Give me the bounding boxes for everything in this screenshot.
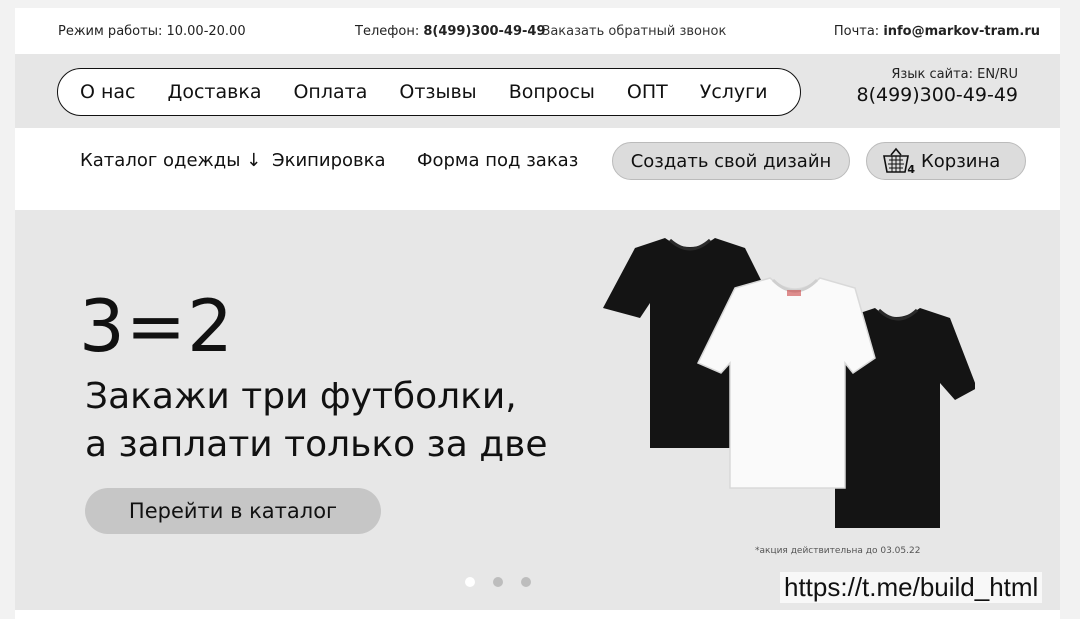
main-navigation-row: О нас Доставка Оплата Отзывы Вопросы ОПТ…: [15, 54, 1060, 128]
nav-item-wholesale[interactable]: ОПТ: [627, 81, 668, 103]
top-info-bar: Режим работы: 10.00-20.00 Телефон: 8(499…: [15, 8, 1060, 54]
top-email[interactable]: Почта: info@markov-tram.ru: [834, 24, 1040, 39]
nav-item-questions[interactable]: Вопросы: [509, 81, 595, 103]
email-label: Почта:: [833, 23, 884, 39]
promo-banner: 3=2 Закажи три футболки, а заплати тольк…: [15, 210, 1060, 610]
main-nav: О нас Доставка Оплата Отзывы Вопросы ОПТ…: [57, 68, 801, 116]
nav-item-reviews[interactable]: Отзывы: [399, 81, 476, 103]
top-phone[interactable]: Телефон: 8(499)300-49-49: [355, 24, 546, 39]
basket-icon: 4: [881, 147, 915, 176]
email-address[interactable]: info@markov-tram.ru: [883, 24, 1040, 39]
go-to-catalog-button[interactable]: Перейти в каталог: [85, 488, 381, 534]
bottom-strip: [15, 610, 1060, 619]
working-hours: Режим работы: 10.00-20.00: [58, 23, 246, 39]
nav-item-payment[interactable]: Оплата: [293, 81, 367, 103]
promo-note: *акция действительна до 03.05.22: [755, 546, 921, 556]
tshirt-image: [603, 238, 975, 528]
phone-label: Телефон:: [355, 23, 424, 39]
catalog-row: Каталог одежды ↓ Экипировка Форма под за…: [15, 128, 1060, 210]
callback-link[interactable]: Заказать обратный звонок: [542, 24, 726, 39]
equipment-link[interactable]: Экипировка: [272, 150, 386, 171]
catalog-dropdown[interactable]: Каталог одежды ↓: [80, 150, 261, 171]
nav-item-services[interactable]: Услуги: [700, 81, 768, 103]
promo-headline: 3=2: [79, 284, 234, 368]
carousel-dot-3[interactable]: [521, 577, 531, 587]
promo-text-line-1: Закажи три футболки,: [85, 376, 517, 417]
language-switcher[interactable]: Язык сайта: EN/RU: [891, 67, 1018, 82]
create-design-button[interactable]: Создать свой дизайн: [612, 142, 850, 180]
nav-item-about[interactable]: О нас: [80, 81, 136, 103]
cart-label: Корзина: [921, 150, 1001, 172]
cart-button[interactable]: 4 Корзина: [866, 142, 1026, 180]
carousel-dot-1[interactable]: [465, 577, 475, 587]
carousel-dot-2[interactable]: [493, 577, 503, 587]
cart-count: 4: [907, 163, 915, 176]
nav-item-delivery[interactable]: Доставка: [168, 81, 262, 103]
custom-order-link[interactable]: Форма под заказ: [417, 150, 578, 171]
carousel-dots: [465, 577, 531, 587]
watermark-link: https://t.me/build_html: [780, 572, 1043, 603]
phone-number[interactable]: 8(499)300-49-49: [423, 24, 545, 39]
header-phone[interactable]: 8(499)300-49-49: [856, 84, 1018, 106]
promo-text-line-2: а заплати только за две: [85, 424, 548, 465]
